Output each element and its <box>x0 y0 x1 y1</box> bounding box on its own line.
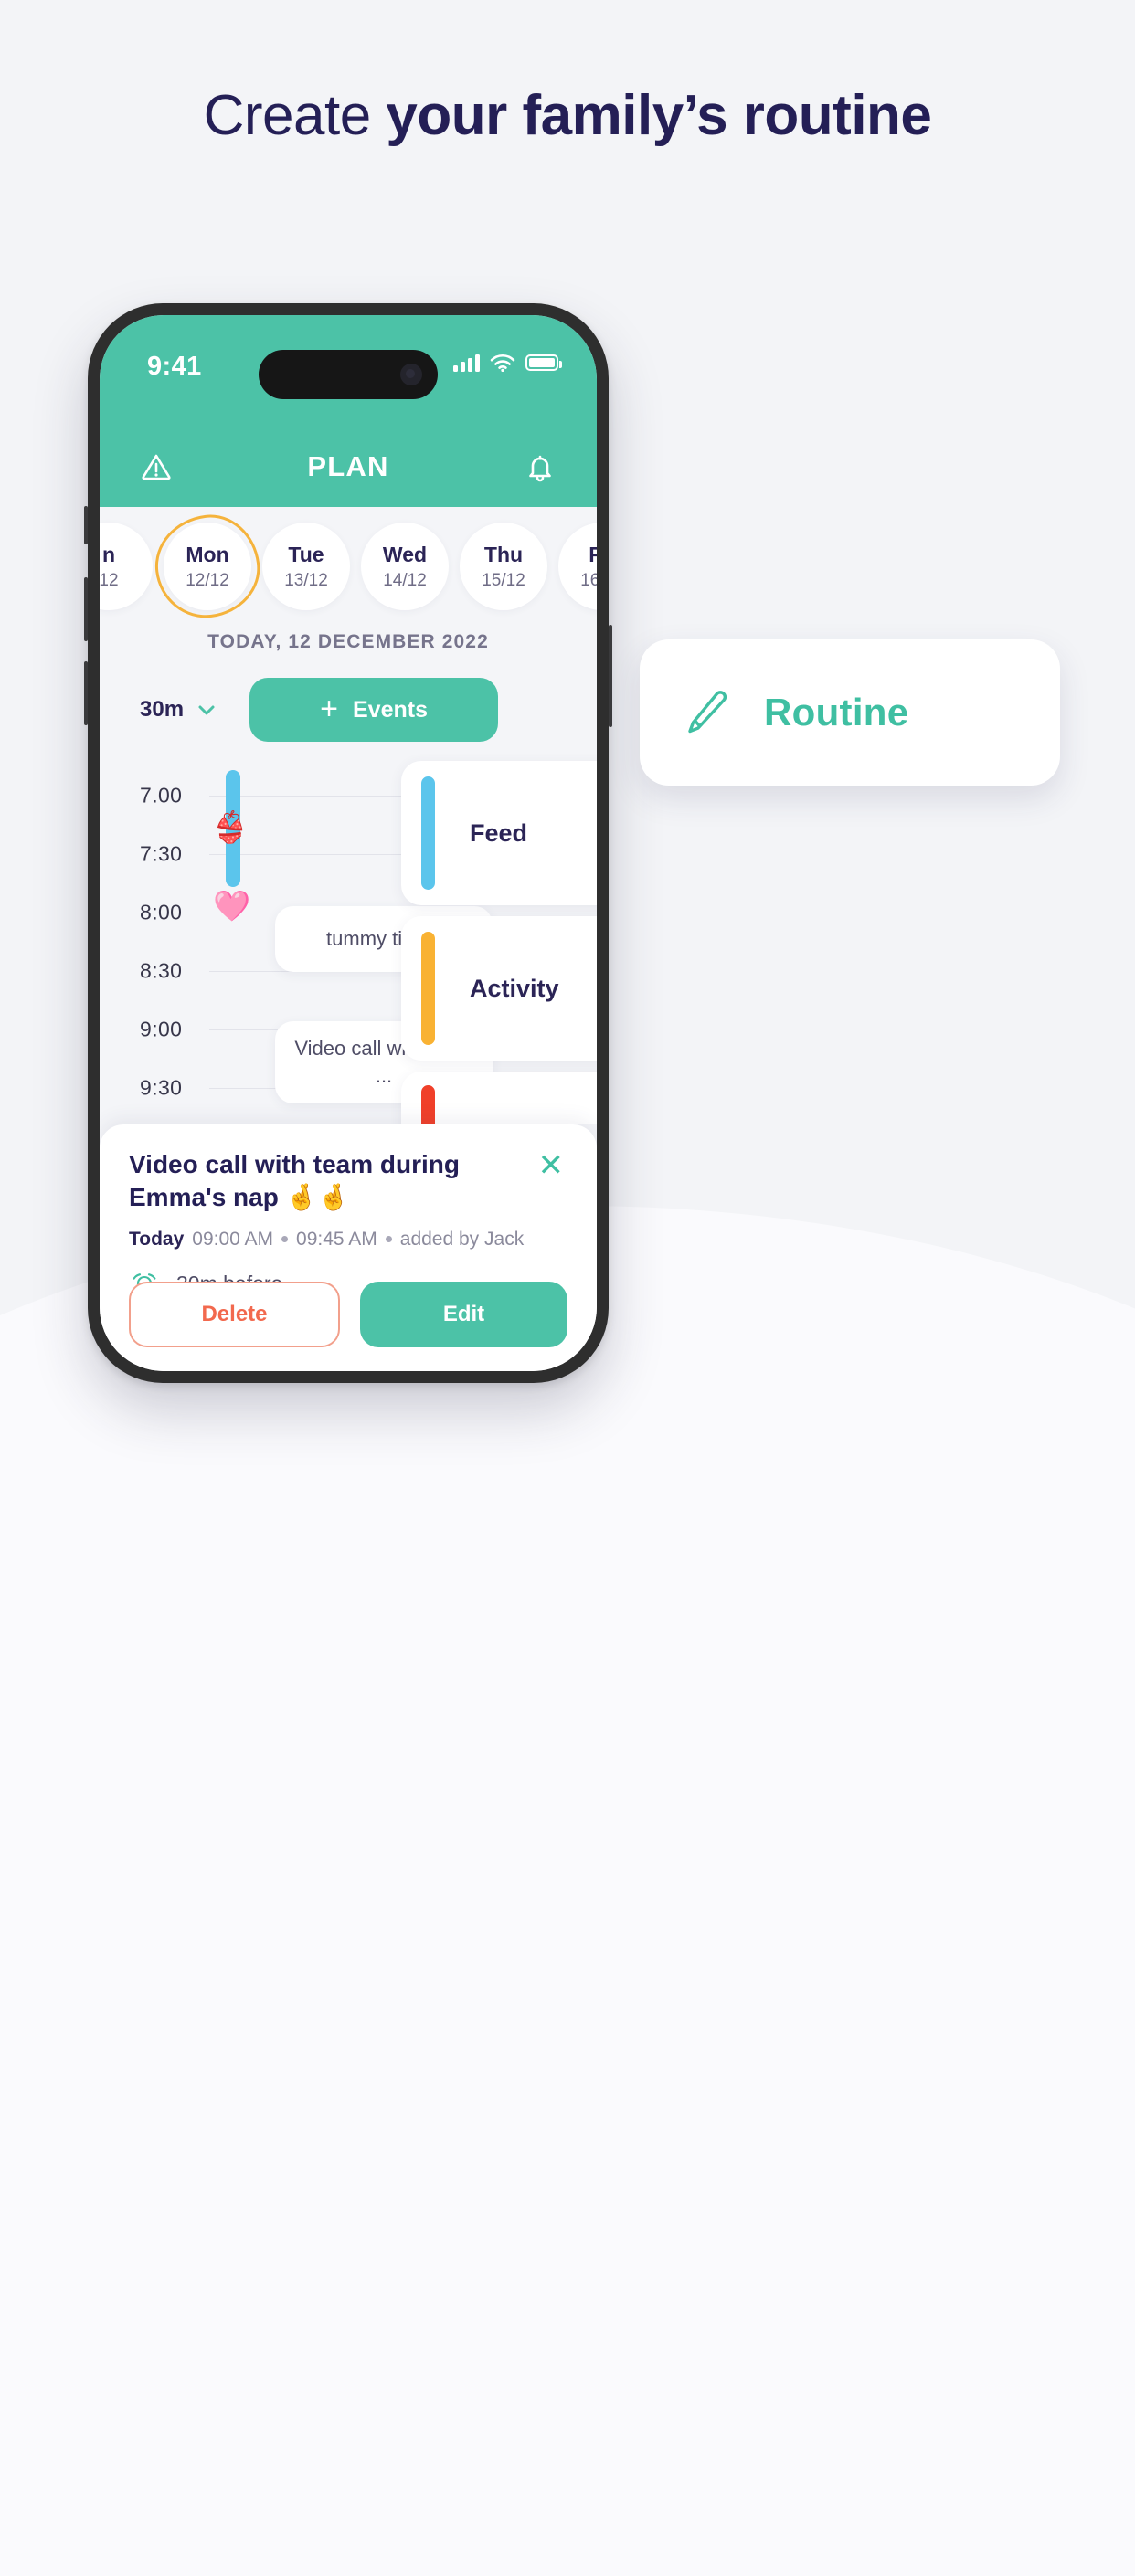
meta-separator-dot <box>281 1236 289 1243</box>
day-chip[interactable]: Tue 13/12 <box>262 523 350 610</box>
plus-icon: + <box>320 692 338 727</box>
timeline[interactable]: 7.00 7:30 8:00 8:30 9:00 9:30 10:00 👙 🩷 <box>100 754 597 1124</box>
routine-card-activity[interactable]: Activity <box>401 916 597 1061</box>
day-date: 13/12 <box>284 570 328 590</box>
day-name: n <box>101 542 116 566</box>
timeline-time-label: 7:30 <box>140 841 183 866</box>
timeline-time-label: 9:30 <box>140 1075 183 1100</box>
phone-power-button[interactable] <box>609 625 612 727</box>
page-title: Create your family’s routine <box>0 84 1135 147</box>
routine-callout-chip[interactable]: Routine <box>640 639 1060 786</box>
status-bar: 9:41 <box>100 315 597 427</box>
day-chip-selected[interactable]: Mon 12/12 <box>149 509 266 624</box>
headline-regular: Create <box>203 84 387 147</box>
event-start-time: 09:00 AM <box>192 1228 274 1250</box>
event-day: Today <box>129 1228 185 1250</box>
routine-color-bar <box>421 932 435 1045</box>
today-label: TODAY, 12 DECEMBER 2022 <box>207 631 489 652</box>
day-chip[interactable]: Fri 16/12 <box>558 523 597 610</box>
status-indicators <box>453 354 562 372</box>
app-navbar: PLAN <box>100 427 597 507</box>
day-date: 16/12 <box>580 570 597 590</box>
day-date: 14/12 <box>383 570 427 590</box>
interval-selector[interactable]: 30m <box>140 697 218 723</box>
meta-separator-dot <box>385 1236 392 1243</box>
day-name: Wed <box>382 542 428 566</box>
alert-triangle-icon[interactable] <box>136 447 176 487</box>
timeline-time-label: 9:00 <box>140 1017 183 1041</box>
page-background: Create your family’s routine 9:41 PLAN n… <box>0 0 1135 2576</box>
add-events-label: Events <box>352 696 428 723</box>
phone-mute-switch[interactable] <box>84 506 88 544</box>
phone-screen: 9:41 PLAN n 12 Mon 12/12 Tue 13/12 Wed 1… <box>100 315 597 1371</box>
day-name: Fri <box>589 542 597 566</box>
sheet-actions: Delete Edit <box>129 1282 568 1347</box>
day-date: 12 <box>100 570 119 590</box>
battery-icon <box>525 354 562 371</box>
routine-chip-label: Routine <box>764 691 909 734</box>
edit-button[interactable]: Edit <box>360 1282 568 1347</box>
interval-value: 30m <box>140 697 185 722</box>
routine-card-nap[interactable]: Nap <box>401 1072 597 1124</box>
pencil-icon <box>688 691 727 734</box>
page-heading: PLAN <box>307 450 389 482</box>
event-end-time: 09:45 AM <box>296 1228 377 1250</box>
background-swoosh <box>0 1206 1135 2576</box>
wifi-icon <box>490 354 515 372</box>
phone-volume-down-button[interactable] <box>84 661 88 725</box>
day-name: Tue <box>288 542 324 566</box>
add-events-button[interactable]: + Events <box>249 678 499 742</box>
routine-color-bar <box>421 776 435 890</box>
selected-day-ring <box>149 509 266 624</box>
status-time: 9:41 <box>147 352 202 381</box>
close-icon[interactable]: ✕ <box>538 1150 565 1181</box>
timeline-time-label: 8:30 <box>140 958 183 983</box>
delete-button[interactable]: Delete <box>129 1282 340 1347</box>
event-detail-sheet: ✕ Video call with team during Emma's nap… <box>100 1124 597 1371</box>
timeline-time-label: 7.00 <box>140 783 183 808</box>
day-chip[interactable]: Wed 14/12 <box>361 523 449 610</box>
routine-card-label: Feed <box>470 818 528 847</box>
day-chip[interactable]: n 12 <box>100 523 153 610</box>
day-date: 15/12 <box>482 570 525 590</box>
day-chip[interactable]: Thu 15/12 <box>460 523 547 610</box>
routine-card-label: Activity <box>470 974 559 1002</box>
day-selector[interactable]: n 12 Mon 12/12 Tue 13/12 Wed 14/12 Thu 1… <box>100 507 597 626</box>
dynamic-island <box>259 350 438 399</box>
cellular-bars-icon <box>453 354 480 372</box>
front-camera-icon <box>400 364 422 385</box>
event-meta: Today 09:00 AM 09:45 AM added by Jack <box>129 1229 568 1251</box>
diaper-emoji: 🩷 <box>213 889 251 923</box>
chevron-down-icon <box>198 705 215 715</box>
nursing-bra-emoji: 👙 <box>211 810 249 844</box>
event-title: Video call with team during Emma's nap 🤞… <box>129 1150 460 1211</box>
day-name: Thu <box>483 542 524 566</box>
timeline-time-label: 8:00 <box>140 900 183 924</box>
headline-bold: your family’s routine <box>386 84 932 147</box>
routine-color-bar <box>421 1085 435 1124</box>
event-author: added by Jack <box>399 1228 525 1250</box>
timeline-controls: 30m + Events <box>100 673 597 746</box>
phone-volume-up-button[interactable] <box>84 577 88 641</box>
phone-mockup: 9:41 PLAN n 12 Mon 12/12 Tue 13/12 Wed 1… <box>84 301 612 1386</box>
routine-card-feed[interactable]: Feed <box>401 761 597 905</box>
bell-icon[interactable] <box>520 447 560 487</box>
